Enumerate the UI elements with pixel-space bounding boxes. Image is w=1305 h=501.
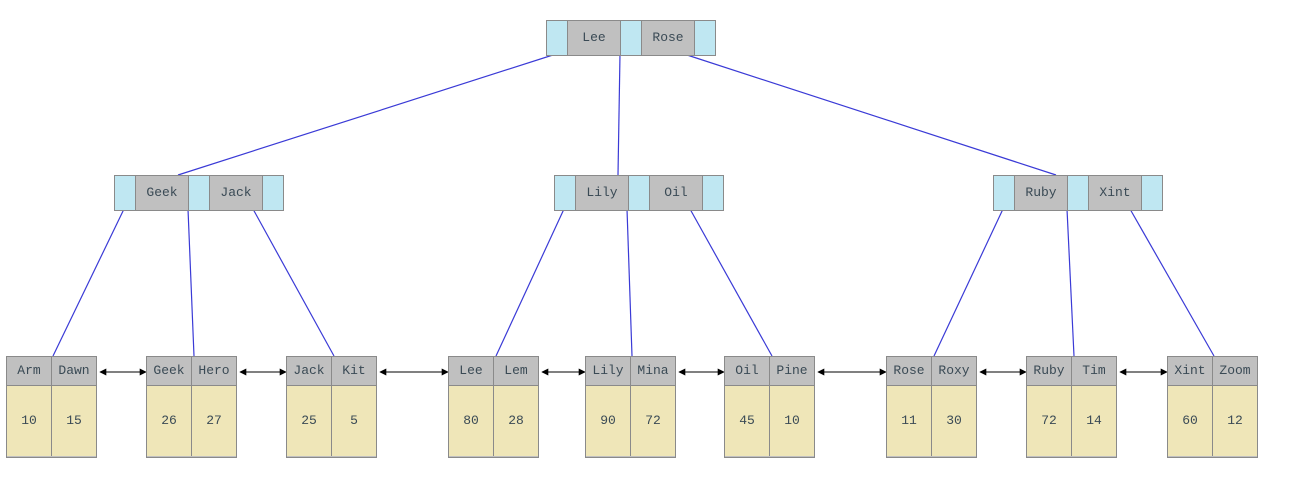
leaf-key-cell: Lem bbox=[494, 357, 538, 386]
key-cell: Geek bbox=[136, 176, 189, 210]
bptree-diagram: Lee Rose Geek Jack Lily Oil Ruby Xint Ar… bbox=[0, 0, 1305, 501]
leaf-key-cell: Tim bbox=[1072, 357, 1116, 386]
leaf-key-cell: Zoom bbox=[1213, 357, 1257, 386]
leaf-node: Lily Mina 90 72 bbox=[585, 356, 676, 458]
leaf-value-cell: 10 bbox=[770, 386, 814, 456]
leaf-node: Arm Dawn 10 15 bbox=[6, 356, 97, 458]
key-cell: Lily bbox=[576, 176, 629, 210]
pointer-slot bbox=[621, 21, 642, 55]
pointer-slot bbox=[547, 21, 568, 55]
leaf-value-cell: 12 bbox=[1213, 386, 1257, 456]
leaf-value-cell: 72 bbox=[631, 386, 675, 456]
leaf-value-cell: 27 bbox=[192, 386, 236, 456]
leaf-key-cell: Roxy bbox=[932, 357, 976, 386]
leaf-key-cell: Mina bbox=[631, 357, 675, 386]
key-cell: Oil bbox=[650, 176, 703, 210]
leaf-value-cell: 14 bbox=[1072, 386, 1116, 456]
leaf-key-cell: Lee bbox=[449, 357, 494, 386]
internal-node: Lily Oil bbox=[554, 175, 724, 211]
leaf-value-cell: 60 bbox=[1168, 386, 1213, 456]
leaf-node: Rose Roxy 11 30 bbox=[886, 356, 977, 458]
leaf-value-cell: 11 bbox=[887, 386, 932, 456]
internal-node: Ruby Xint bbox=[993, 175, 1163, 211]
key-cell: Rose bbox=[642, 21, 695, 55]
leaf-node: Ruby Tim 72 14 bbox=[1026, 356, 1117, 458]
pointer-slot bbox=[695, 21, 715, 55]
pointer-slot bbox=[703, 176, 723, 210]
leaf-value-cell: 72 bbox=[1027, 386, 1072, 456]
leaf-key-cell: Lily bbox=[586, 357, 631, 386]
internal-node: Geek Jack bbox=[114, 175, 284, 211]
pointer-slot bbox=[189, 176, 210, 210]
key-cell: Ruby bbox=[1015, 176, 1068, 210]
key-cell: Lee bbox=[568, 21, 621, 55]
leaf-value-cell: 45 bbox=[725, 386, 770, 456]
pointer-slot bbox=[629, 176, 650, 210]
leaf-node: Lee Lem 80 28 bbox=[448, 356, 539, 458]
pointer-slot bbox=[263, 176, 283, 210]
leaf-node: Oil Pine 45 10 bbox=[724, 356, 815, 458]
key-cell: Jack bbox=[210, 176, 263, 210]
leaf-key-cell: Hero bbox=[192, 357, 236, 386]
leaf-value-cell: 30 bbox=[932, 386, 976, 456]
leaf-value-cell: 26 bbox=[147, 386, 192, 456]
leaf-value-cell: 28 bbox=[494, 386, 538, 456]
leaf-key-cell: Xint bbox=[1168, 357, 1213, 386]
leaf-key-cell: Dawn bbox=[52, 357, 96, 386]
leaf-value-cell: 80 bbox=[449, 386, 494, 456]
leaf-value-cell: 10 bbox=[7, 386, 52, 456]
leaf-value-cell: 90 bbox=[586, 386, 631, 456]
leaf-key-cell: Jack bbox=[287, 357, 332, 386]
leaf-key-cell: Pine bbox=[770, 357, 814, 386]
leaf-key-cell: Oil bbox=[725, 357, 770, 386]
root-node: Lee Rose bbox=[546, 20, 716, 56]
leaf-key-cell: Ruby bbox=[1027, 357, 1072, 386]
leaf-value-cell: 25 bbox=[287, 386, 332, 456]
key-cell: Xint bbox=[1089, 176, 1142, 210]
leaf-node: Jack Kit 25 5 bbox=[286, 356, 377, 458]
leaf-value-cell: 5 bbox=[332, 386, 376, 456]
leaf-key-cell: Geek bbox=[147, 357, 192, 386]
leaf-value-cell: 15 bbox=[52, 386, 96, 456]
leaf-key-cell: Rose bbox=[887, 357, 932, 386]
pointer-slot bbox=[1068, 176, 1089, 210]
pointer-slot bbox=[1142, 176, 1162, 210]
pointer-slot bbox=[115, 176, 136, 210]
leaf-node: Geek Hero 26 27 bbox=[146, 356, 237, 458]
leaf-node: Xint Zoom 60 12 bbox=[1167, 356, 1258, 458]
pointer-slot bbox=[555, 176, 576, 210]
leaf-key-cell: Arm bbox=[7, 357, 52, 386]
pointer-slot bbox=[994, 176, 1015, 210]
leaf-key-cell: Kit bbox=[332, 357, 376, 386]
